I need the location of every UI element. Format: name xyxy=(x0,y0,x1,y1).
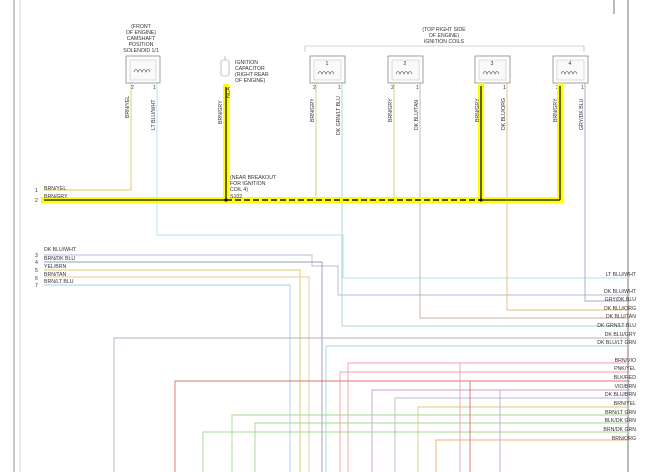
right-label-16: BLK/DK GRN xyxy=(605,418,637,424)
left-wire-4: BRN/DK BLU xyxy=(44,256,75,262)
right-label-10: PNK/YEL xyxy=(614,366,636,372)
wire-blk-red xyxy=(174,380,630,472)
camshaft-solenoid: (FRONT OF ENGINE) CAMSHAFT POSITION SOLE… xyxy=(123,24,161,91)
vlabel-coil4-b: GRY/DK BLU xyxy=(579,98,585,130)
wire-brn-dkgrn xyxy=(202,431,630,472)
left-wire-6: BRN/TAN xyxy=(44,272,67,278)
vlabel-coil3-a: BRN/GRY xyxy=(475,98,481,122)
right-label-7: DK BLU/GRY xyxy=(605,332,637,338)
coil-1: 1 2 1 xyxy=(309,55,346,91)
vlabel-coil1-a: BRN/GRY xyxy=(310,98,316,122)
left-pin-1: 1 xyxy=(35,188,38,194)
thin-wires xyxy=(44,83,630,472)
left-pin-6: 6 xyxy=(35,276,38,282)
splice-label: S102 xyxy=(230,194,242,200)
right-labels: LT BLU/WHT DK BLU/WHT GRY/DK BLU DK BLU/… xyxy=(597,272,637,442)
vlabel-coil4-a: BRN/GRY xyxy=(553,98,559,122)
coil-3-number: 3 xyxy=(491,61,494,67)
coil-1-number: 1 xyxy=(326,61,329,67)
coil-4-pin-1: 1 xyxy=(581,85,584,91)
left-wire-7: BRN/LT BLU xyxy=(44,279,74,285)
vlabel-coil1-b: DK GRN/LT BLU xyxy=(336,96,342,135)
wire-vio-brn xyxy=(371,389,630,472)
coil-4-number: 4 xyxy=(569,61,572,67)
solenoid-pin-1: 1 xyxy=(153,85,156,91)
coil-2-number: 2 xyxy=(404,61,407,67)
right-label-5: DK BLU/TAN xyxy=(606,314,636,320)
wire-brn-ltblu xyxy=(44,284,291,472)
vlabel-cam1: BRN/YEL xyxy=(125,96,131,118)
vlabel-cam2: LT BLU/WHT xyxy=(151,99,157,130)
breakout-note-3: COIL 4) xyxy=(230,187,248,193)
wire-brn-yel xyxy=(44,83,132,191)
right-label-13: DK BLU/BRN xyxy=(605,392,636,398)
coil-2: 2 2 1 xyxy=(387,55,424,91)
left-wire-3: DK BLU/WHT xyxy=(44,247,77,253)
wire-dkgrn-ltblu xyxy=(341,83,630,327)
right-label-2: DK BLU/WHT xyxy=(604,289,637,295)
right-label-11: BLK/RED xyxy=(614,375,636,381)
wire-brn-ltgrn xyxy=(231,414,630,472)
wire-brn-vio xyxy=(347,362,630,472)
wire-yel-brn xyxy=(44,269,301,472)
right-label-8: DK BLU/LT GRN xyxy=(597,340,636,346)
wire-gry-dkblu xyxy=(584,83,630,302)
coils-header-3: IGNITION COILS xyxy=(424,39,465,45)
right-label-17: BRN/DK GRN xyxy=(603,427,636,433)
right-label-3: GRY/DK BLU xyxy=(605,297,637,303)
left-pin-7: 7 xyxy=(35,283,38,289)
wiring-diagram: (FRONT OF ENGINE) CAMSHAFT POSITION SOLE… xyxy=(13,0,637,472)
left-pin-3: 3 xyxy=(35,253,38,259)
ignition-capacitor: IGNITION CAPACITOR (RIGHT REAR OF ENGINE… xyxy=(220,56,269,84)
left-pin-2: 2 xyxy=(35,198,38,204)
vlabel-cap-top: NCA xyxy=(226,87,232,98)
vlabel-coil2-b: DK BLU/TAN xyxy=(414,100,420,130)
coil-2-pin-1: 1 xyxy=(416,85,419,91)
solenoid-label-5: SOLENOID 1/1 xyxy=(123,48,159,54)
left-pin-5: 5 xyxy=(35,268,38,274)
left-wire-1: BRN/YEL xyxy=(44,186,66,192)
vlabel-cap: BRN/GRY xyxy=(218,100,224,124)
ignition-coils: (TOP RIGHT SIDE OF ENGINE) IGNITION COIL… xyxy=(304,27,589,91)
right-label-4: DK BLU/ORG xyxy=(604,306,636,312)
left-wire-5: YEL/BRN xyxy=(44,264,66,270)
capacitor-label-4: OF ENGINE) xyxy=(235,78,266,84)
right-label-6: DK GRN/LT BLU xyxy=(597,323,636,329)
right-label-14: BRN/YEL xyxy=(614,401,636,407)
right-label-18: BRN/ORG xyxy=(612,436,636,442)
right-label-12: VIO/BRN xyxy=(615,384,637,390)
vlabel-coil2-a: BRN/GRY xyxy=(388,98,394,122)
wire-brn-org xyxy=(435,439,630,472)
capacitor-icon xyxy=(220,59,230,77)
wire-brn-yel-2 xyxy=(417,406,630,472)
right-label-15: BRN/LT GRN xyxy=(605,410,636,416)
wire-brn-tan xyxy=(44,276,310,472)
coil-1-pin-1: 1 xyxy=(338,85,341,91)
left-wire-2: BRN/GRY xyxy=(44,194,68,200)
coil-3-pin-1: 1 xyxy=(503,85,506,91)
wire-blk-dkgrn xyxy=(254,422,630,472)
right-label-1: LT BLU/WHT xyxy=(606,272,637,278)
coils-bracket xyxy=(304,45,585,52)
left-pin-4: 4 xyxy=(35,260,38,266)
wire-brn-dkblu xyxy=(44,261,323,472)
vlabel-coil3-b: DK BLU/ORG xyxy=(501,98,507,130)
vertical-labels: BRN/YEL LT BLU/WHT BRN/GRY NCA BRN/GRY D… xyxy=(125,87,585,135)
right-label-9: BRN/VIO xyxy=(615,358,636,364)
wire-pnk-yel xyxy=(339,371,630,472)
wire-dkblu-wht xyxy=(44,254,630,296)
highlighted-circuit: (NEAR BREAKOUT FOR IGNITION COIL 4) S102 xyxy=(41,83,563,203)
wire-dkblu-brn xyxy=(394,397,630,472)
